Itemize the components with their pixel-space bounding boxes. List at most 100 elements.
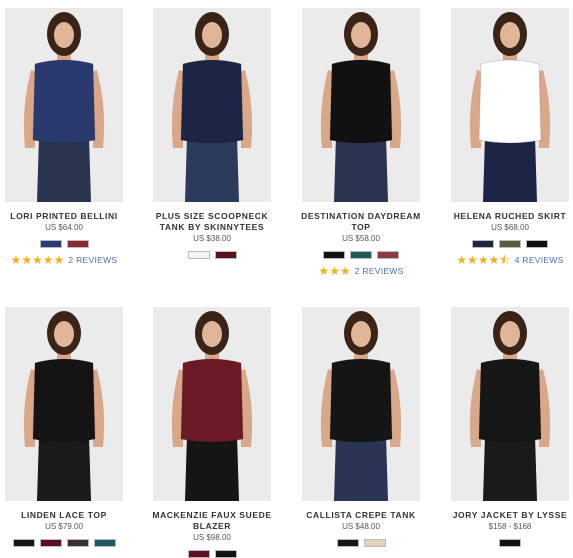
product-name[interactable]: HELENA RUCHED SKIRT <box>440 211 573 222</box>
top-garment <box>180 358 244 443</box>
face <box>202 22 222 48</box>
product-price: US $79.00 <box>45 522 83 531</box>
face <box>500 22 520 48</box>
color-swatch[interactable] <box>93 539 116 547</box>
color-swatch[interactable] <box>12 539 35 547</box>
product-image[interactable] <box>5 8 123 202</box>
reviews-link[interactable]: 2 REVIEWS <box>68 255 117 265</box>
color-swatch[interactable] <box>39 539 62 547</box>
face <box>351 22 371 48</box>
product-image[interactable] <box>5 307 123 501</box>
color-swatch[interactable] <box>39 240 62 248</box>
product-card[interactable]: DESTINATION DAYDREAM TOP US $58.00 ★★★ 2… <box>291 8 431 277</box>
product-name[interactable]: MACKENZIE FAUX SUEDE BLAZER <box>142 510 282 532</box>
model-photo <box>451 8 569 202</box>
color-swatches <box>291 539 431 547</box>
product-name[interactable]: CALLISTA CREPE TANK <box>291 510 431 521</box>
model-photo <box>153 307 271 501</box>
color-swatches <box>291 251 431 259</box>
color-swatch[interactable] <box>499 240 521 248</box>
color-swatches <box>440 240 573 248</box>
top-garment <box>478 358 542 443</box>
color-swatch[interactable] <box>363 539 386 547</box>
product-card[interactable]: LORI PRINTED BELLINI US $64.00 ★★★★★ 2 R… <box>0 8 134 266</box>
rating-stars: ★★★★★ <box>10 253 65 267</box>
bottom-garment <box>37 435 91 501</box>
color-swatch[interactable] <box>526 240 548 248</box>
color-swatch[interactable] <box>187 550 210 558</box>
product-price: US $58.00 <box>342 234 380 243</box>
bottom-garment <box>37 136 91 202</box>
product-rating: ★★★★★ 2 REVIEWS <box>0 254 134 266</box>
product-price: US $64.00 <box>45 223 83 232</box>
reviews-link[interactable]: 2 REVIEWS <box>355 266 404 276</box>
color-swatch[interactable] <box>214 251 237 259</box>
product-name[interactable]: PLUS SIZE SCOOPNECK TANK BY SKINNYTEES <box>142 211 282 233</box>
bottom-garment <box>334 136 388 202</box>
color-swatch[interactable] <box>472 240 494 248</box>
product-rating: ★★★ 2 REVIEWS <box>291 265 431 277</box>
rating-stars: ★★★ <box>318 264 351 278</box>
bottom-garment <box>185 435 239 501</box>
model-photo <box>153 8 271 202</box>
model-photo <box>5 307 123 501</box>
color-swatch[interactable] <box>499 539 521 547</box>
bottom-garment <box>334 435 388 501</box>
product-image[interactable] <box>153 8 271 202</box>
model-photo <box>451 307 569 501</box>
product-price: US $38.00 <box>193 234 231 243</box>
product-image[interactable] <box>302 307 420 501</box>
top-garment <box>32 358 96 443</box>
bottom-garment <box>483 136 537 202</box>
product-name[interactable]: LORI PRINTED BELLINI <box>0 211 134 222</box>
product-card[interactable]: PLUS SIZE SCOOPNECK TANK BY SKINNYTEES U… <box>142 8 282 259</box>
color-swatch[interactable] <box>323 251 345 259</box>
rating-stars: ★★★★⯪ <box>456 253 511 267</box>
color-swatches <box>142 251 282 259</box>
color-swatch[interactable] <box>377 251 399 259</box>
color-swatches <box>0 539 134 547</box>
product-card[interactable]: LINDEN LACE TOP US $79.00 <box>0 307 134 547</box>
bottom-garment <box>185 136 239 202</box>
top-garment <box>329 59 393 144</box>
model-photo <box>5 8 123 202</box>
product-image[interactable] <box>302 8 420 202</box>
color-swatch[interactable] <box>350 251 372 259</box>
product-name[interactable]: DESTINATION DAYDREAM TOP <box>291 211 431 233</box>
product-card[interactable]: CALLISTA CREPE TANK US $48.00 <box>291 307 431 547</box>
face <box>351 321 371 347</box>
product-card[interactable]: MACKENZIE FAUX SUEDE BLAZER US $98.00 <box>142 307 282 558</box>
product-rating: ★★★★⯪ 4 REVIEWS <box>440 254 573 266</box>
product-price: $158 - $168 <box>488 522 532 531</box>
product-price: US $68.00 <box>491 223 529 232</box>
model-photo <box>302 307 420 501</box>
face <box>54 321 74 347</box>
color-swatches <box>440 539 573 547</box>
top-garment <box>478 59 542 144</box>
face <box>202 321 222 347</box>
color-swatches <box>142 550 282 558</box>
bottom-garment <box>483 435 537 501</box>
top-garment <box>32 59 96 144</box>
top-garment <box>180 59 244 144</box>
product-name[interactable]: LINDEN LACE TOP <box>0 510 134 521</box>
product-image[interactable] <box>451 307 569 501</box>
color-swatch[interactable] <box>214 550 237 558</box>
color-swatch[interactable] <box>66 240 89 248</box>
top-garment <box>329 358 393 443</box>
product-image[interactable] <box>451 8 569 202</box>
color-swatches <box>0 240 134 248</box>
reviews-link[interactable]: 4 REVIEWS <box>515 255 564 265</box>
model-photo <box>302 8 420 202</box>
color-swatch[interactable] <box>66 539 89 547</box>
product-image[interactable] <box>153 307 271 501</box>
color-swatch[interactable] <box>187 251 210 259</box>
face <box>500 321 520 347</box>
product-price: US $48.00 <box>342 522 380 531</box>
product-card[interactable]: HELENA RUCHED SKIRT US $68.00 ★★★★⯪ 4 RE… <box>440 8 573 266</box>
face <box>54 22 74 48</box>
product-card[interactable]: JORY JACKET BY LYSSE $158 - $168 <box>440 307 573 547</box>
product-name[interactable]: JORY JACKET BY LYSSE <box>440 510 573 521</box>
color-swatch[interactable] <box>336 539 359 547</box>
product-price: US $98.00 <box>193 533 231 542</box>
